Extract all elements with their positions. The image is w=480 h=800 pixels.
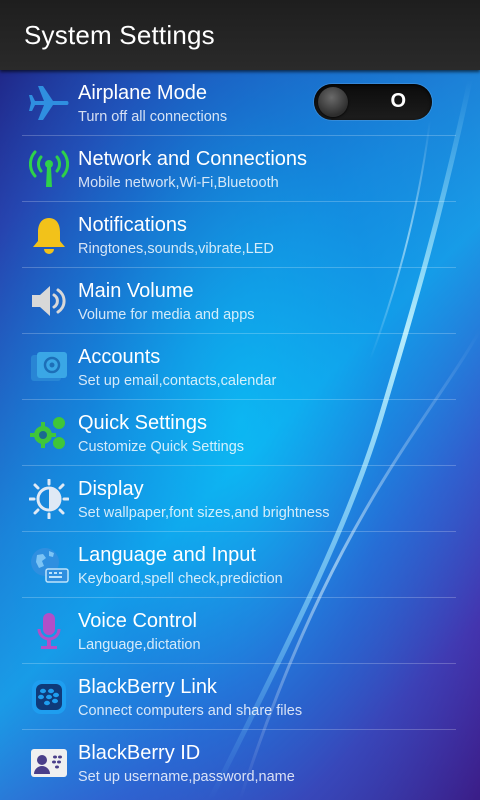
setting-label: Quick Settings (78, 412, 207, 434)
setting-voice-control[interactable]: Voice Control Language,dictation (0, 598, 480, 664)
accounts-icon (28, 346, 70, 388)
setting-label: Language and Input (78, 544, 256, 566)
toggle-state-label: O (390, 90, 406, 112)
page-title: System Settings (24, 20, 215, 50)
setting-label: Main Volume (78, 280, 194, 302)
antenna-icon (28, 148, 70, 190)
setting-label: Network and Connections (78, 148, 308, 170)
setting-description: Set up email,contacts,calendar (78, 373, 277, 389)
microphone-icon (28, 610, 70, 652)
setting-blackberry-link[interactable]: BlackBerry Link Connect computers and sh… (0, 664, 480, 730)
setting-label: Notifications (78, 214, 187, 236)
airplane-mode-toggle[interactable]: O (314, 84, 432, 120)
id-card-icon (28, 742, 70, 784)
setting-label: Accounts (78, 346, 161, 368)
brightness-icon (28, 478, 70, 520)
bell-icon (28, 214, 70, 256)
setting-network-and-connections[interactable]: Network and Connections Mobile network,W… (0, 136, 480, 202)
setting-label: Voice Control (78, 610, 197, 632)
setting-airplane-mode[interactable]: Airplane Mode Turn off all connections O (0, 70, 480, 136)
globe-keyboard-icon (28, 544, 70, 586)
setting-blackberry-id[interactable]: BlackBerry ID Set up username,password,n… (0, 730, 480, 796)
setting-description: Ringtones,sounds,vibrate,LED (78, 241, 274, 257)
setting-notifications[interactable]: Notifications Ringtones,sounds,vibrate,L… (0, 202, 480, 268)
speaker-icon (28, 280, 70, 322)
setting-accounts[interactable]: Accounts Set up email,contacts,calendar (0, 334, 480, 400)
setting-description: Connect computers and share files (78, 703, 303, 719)
setting-description: Mobile network,Wi-Fi,Bluetooth (78, 175, 279, 191)
setting-label: Display (78, 478, 144, 500)
setting-label: BlackBerry ID (78, 742, 201, 764)
settings-list: Airplane Mode Turn off all connections O… (0, 70, 480, 796)
blackberry-link-icon (28, 676, 70, 718)
setting-label: Airplane Mode (78, 82, 207, 104)
setting-main-volume[interactable]: Main Volume Volume for media and apps (0, 268, 480, 334)
setting-description: Turn off all connections (78, 109, 228, 125)
setting-quick-settings[interactable]: Quick Settings Customize Quick Settings (0, 400, 480, 466)
toggle-knob[interactable] (318, 87, 348, 117)
setting-description: Set up username,password,name (78, 769, 295, 785)
setting-description: Language,dictation (78, 637, 201, 653)
title-bar: System Settings (0, 0, 480, 70)
gears-icon (28, 412, 70, 454)
airplane-icon (28, 82, 70, 124)
setting-description: Set wallpaper,font sizes,and brightness (78, 505, 330, 521)
setting-language-and-input[interactable]: Language and Input Keyboard,spell check,… (0, 532, 480, 598)
setting-description: Customize Quick Settings (78, 439, 245, 455)
setting-display[interactable]: Display Set wallpaper,font sizes,and bri… (0, 466, 480, 532)
setting-description: Keyboard,spell check,prediction (78, 571, 283, 587)
setting-description: Volume for media and apps (78, 307, 255, 323)
setting-label: BlackBerry Link (78, 676, 217, 698)
